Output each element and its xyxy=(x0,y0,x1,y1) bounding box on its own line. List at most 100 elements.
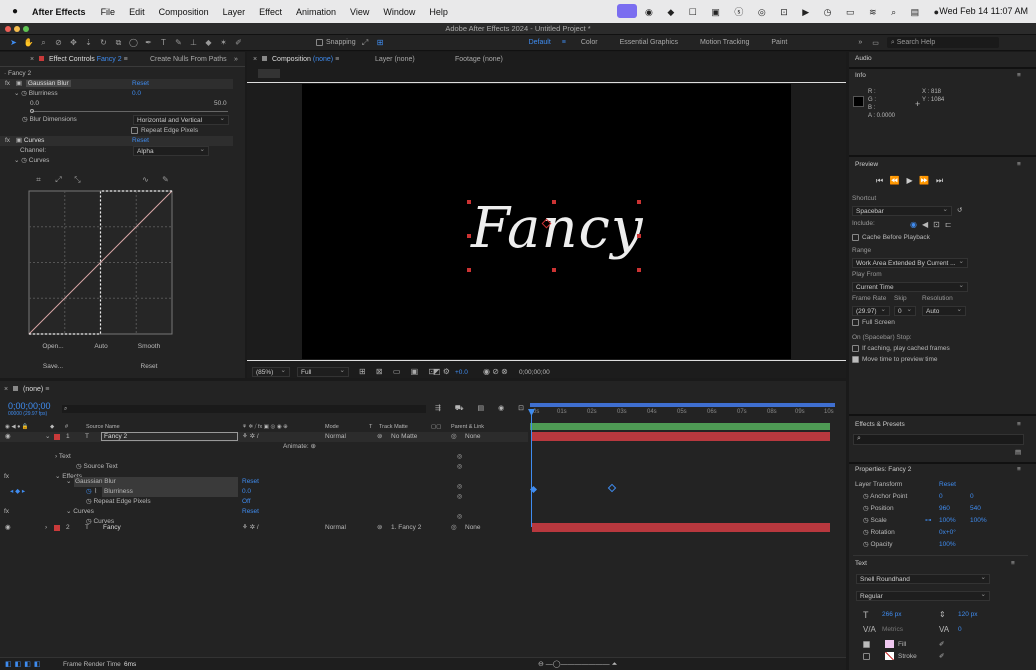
snap-grid-icon[interactable]: ⊞ xyxy=(375,37,386,48)
layer-name[interactable]: Fancy xyxy=(103,523,121,533)
bbox-handle[interactable] xyxy=(637,268,641,272)
time-ruler[interactable]: 0s 01s 02s 03s 04s 05s 06s 07s 08s 09s 1… xyxy=(530,403,835,423)
brush-tool-icon[interactable]: ✎ xyxy=(173,37,184,48)
eyedropper-icon[interactable]: ✐ xyxy=(939,652,944,662)
stopwatch-icon[interactable]: ◷ xyxy=(22,116,28,123)
repeat-edge-checkbox[interactable] xyxy=(131,126,138,134)
footage-tab[interactable]: Footage (none) xyxy=(455,53,503,66)
effects-search-field[interactable]: ⌕ xyxy=(853,434,1024,445)
cache-checkbox[interactable] xyxy=(852,233,859,241)
layer-parent-select[interactable]: None xyxy=(465,523,481,533)
menu-view[interactable]: View xyxy=(343,7,376,17)
gaussian-blur-reset[interactable]: Reset xyxy=(132,79,149,89)
panel-menu-icon[interactable]: ≡ xyxy=(1017,465,1021,475)
search-help-field[interactable]: ⌕ Search Help xyxy=(886,37,999,48)
curve-resize-icon[interactable]: ⤢ xyxy=(53,174,64,185)
first-frame-icon[interactable]: ⏮ xyxy=(876,176,883,185)
effect-controls-tab[interactable]: × Effect Controls Fancy 2 ≡ xyxy=(30,53,128,66)
track-matte-header[interactable]: Track Matte xyxy=(379,422,408,432)
puppet-tool-icon[interactable]: ✐ xyxy=(233,37,244,48)
workspace-paint[interactable]: Paint xyxy=(760,39,798,46)
bbox-handle[interactable] xyxy=(467,268,471,272)
workspace-motion-tracking[interactable]: Motion Tracking xyxy=(689,39,760,46)
tab-menu-icon[interactable]: ≡ xyxy=(45,386,49,393)
workspace-menu-icon[interactable]: ≡ xyxy=(562,39,566,46)
bbox-handle[interactable] xyxy=(637,200,641,204)
curve-expand-icon[interactable]: ⤡ xyxy=(72,174,83,185)
new-bin-icon[interactable]: ▤ xyxy=(1015,448,1021,458)
menu-edit[interactable]: Edit xyxy=(122,7,152,17)
fill-swatch[interactable] xyxy=(885,640,894,649)
panel-menu-icon[interactable]: ≡ xyxy=(1017,160,1021,170)
skip-select[interactable]: 0 xyxy=(894,305,916,316)
layer-parent-select[interactable]: None xyxy=(465,432,481,442)
bezier-curve-icon[interactable]: ∿ xyxy=(140,174,151,185)
layer-label-swatch[interactable] xyxy=(54,434,60,440)
layer-duration-bar[interactable] xyxy=(532,432,830,441)
create-nulls-tab[interactable]: Create Nulls From Paths xyxy=(150,53,227,66)
stroke-checkbox[interactable] xyxy=(863,652,870,660)
comp-viewer[interactable]: Fancy xyxy=(302,84,791,359)
dolly-tool-icon[interactable]: ⇣ xyxy=(83,37,94,48)
info-panel-title[interactable]: Info xyxy=(855,71,866,81)
audio-include-icon[interactable]: ◀ xyxy=(922,220,933,229)
pencil-curve-icon[interactable]: ✎ xyxy=(160,174,171,185)
workspace-color[interactable]: Color xyxy=(570,39,609,46)
text-group-row[interactable]: › Text xyxy=(55,452,71,462)
panel-toggle-icon[interactable]: ▭ xyxy=(872,39,879,47)
frame-rate-select[interactable]: (29.97) xyxy=(852,305,890,316)
status-app-icon[interactable] xyxy=(617,4,637,18)
rotate-tool-icon[interactable]: ↻ xyxy=(98,37,109,48)
pan-tool-icon[interactable]: ✥ xyxy=(68,37,79,48)
more-workspaces-icon[interactable]: » xyxy=(858,39,862,46)
curves-auto-button[interactable]: Auto xyxy=(86,343,116,350)
opacity-value[interactable]: 100% xyxy=(939,540,956,550)
more-tabs-icon[interactable]: » xyxy=(234,53,238,66)
leading-value[interactable]: 120 px xyxy=(958,610,978,620)
play-from-select[interactable]: Current Time xyxy=(852,281,968,292)
work-area-track[interactable] xyxy=(530,423,830,430)
layer-duration-bar[interactable] xyxy=(532,523,830,532)
shortcut-select[interactable]: Spacebar xyxy=(852,205,952,216)
bbox-handle[interactable] xyxy=(552,268,556,272)
blurriness-value[interactable]: 0.0 xyxy=(132,89,141,99)
layer-matte-select[interactable]: 1. Fancy 2 xyxy=(391,523,421,533)
move-time-checkbox[interactable] xyxy=(852,355,859,363)
eraser-tool-icon[interactable]: ◆ xyxy=(203,37,214,48)
constrain-proportions-icon[interactable]: ⊶ xyxy=(925,516,932,526)
last-frame-icon[interactable]: ⏭ xyxy=(936,176,943,185)
menu-layer[interactable]: Layer xyxy=(216,7,253,17)
preview-panel-title[interactable]: Preview xyxy=(855,160,878,170)
tracking-value[interactable]: 0 xyxy=(958,625,962,635)
camera-icon[interactable]: ◩ ⚙ xyxy=(433,367,450,376)
kerning-value[interactable]: Metrics xyxy=(882,625,903,635)
play-icon[interactable]: ▶ xyxy=(907,176,913,185)
panel-menu-icon[interactable]: ≡ xyxy=(1017,420,1021,430)
transform-reset[interactable]: Reset xyxy=(939,480,956,490)
comp-navigator[interactable] xyxy=(258,69,280,78)
expand-chevron-icon[interactable]: ⌄ xyxy=(14,90,19,97)
menu-effect[interactable]: Effect xyxy=(252,7,289,17)
exposure-value[interactable]: +0.0 xyxy=(455,369,468,376)
roto-brush-tool-icon[interactable]: ✶ xyxy=(218,37,229,48)
apple-icon[interactable]: ● xyxy=(0,6,26,17)
curves-smooth-button[interactable]: Smooth xyxy=(134,343,164,350)
curves-reset-button[interactable]: Reset xyxy=(134,363,164,370)
timeline-tab[interactable]: × (none) ≡ xyxy=(4,383,49,396)
resolution-select[interactable]: Auto xyxy=(922,305,966,316)
fx-icon[interactable]: fx xyxy=(5,137,10,144)
app-name-menu[interactable]: After Effects xyxy=(26,7,86,17)
panel-menu-icon[interactable]: ≡ xyxy=(1011,559,1015,569)
composition-tab[interactable]: × Composition (none) ≡ xyxy=(253,53,339,66)
curves-header[interactable]: fx ▣ Curves Reset xyxy=(0,136,233,146)
rgb-channel-icon[interactable]: ⌗ xyxy=(33,174,44,185)
gaussian-blur-reset[interactable]: Reset xyxy=(242,477,259,487)
blurriness-row[interactable]: ◂ ◆ ▸ ◷ ⌇ Blurriness xyxy=(4,487,238,497)
font-family-select[interactable]: Snell Roundhand xyxy=(856,573,990,584)
visibility-icon[interactable]: ◉ xyxy=(5,523,11,533)
bbox-handle[interactable] xyxy=(467,234,471,238)
font-size-value[interactable]: 266 px xyxy=(882,610,902,620)
bbox-handle[interactable] xyxy=(552,200,556,204)
zoom-slider[interactable]: ⊖ —◯——————— ⏶ xyxy=(538,660,617,669)
layer-switch-icons[interactable]: ⚘ ✲ / xyxy=(242,432,259,442)
